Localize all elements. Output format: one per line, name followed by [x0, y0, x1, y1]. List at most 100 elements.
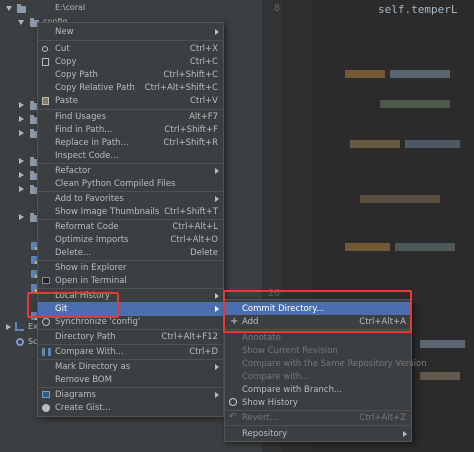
- submenu-arrow-icon: [215, 392, 219, 398]
- line-number: 26: [267, 288, 280, 299]
- menu-item-optimize-imports[interactable]: Optimize Imports Ctrl+Alt+O: [38, 233, 223, 247]
- menu-label: Remove BOM: [55, 375, 112, 385]
- menu-label: Clean Python Compiled Files: [55, 179, 176, 189]
- menu-label: Create Gist...: [55, 403, 111, 413]
- menu-shortcut: Ctrl+Alt+L: [172, 222, 218, 232]
- menu-item-remove-bom[interactable]: Remove BOM: [38, 373, 223, 387]
- expand-arrow-icon[interactable]: [18, 20, 24, 25]
- menu-label: Copy: [55, 57, 77, 67]
- submenu-arrow-icon: [215, 293, 219, 299]
- menu-item-diagrams[interactable]: Diagrams: [38, 388, 223, 402]
- menu-item-paste[interactable]: Paste Ctrl+V: [38, 94, 223, 108]
- collapse-arrow-icon[interactable]: [19, 102, 24, 108]
- paste-icon: [42, 97, 49, 105]
- submenu-item-revert[interactable]: ↶ Revert... Ctrl+Alt+Z: [225, 411, 411, 424]
- submenu-item-annotate[interactable]: Annotate: [225, 331, 411, 344]
- menu-label: Show Image Thumbnails: [55, 207, 160, 217]
- blurred-code: [345, 243, 390, 251]
- menu-shortcut: Ctrl+Alt+F12: [161, 332, 218, 342]
- menu-item-show-thumbnails[interactable]: Show Image Thumbnails Ctrl+Shift+T: [38, 205, 223, 219]
- collapse-arrow-icon[interactable]: [19, 116, 24, 122]
- collapse-arrow-icon[interactable]: [19, 186, 24, 192]
- menu-item-open-in-terminal[interactable]: Open in Terminal: [38, 274, 223, 288]
- menu-shortcut: Ctrl+Alt+A: [359, 317, 406, 327]
- menu-item-find-usages[interactable]: Find Usages Alt+F7: [38, 110, 223, 124]
- menu-item-new[interactable]: New: [38, 25, 223, 39]
- submenu-item-compare-with[interactable]: Compare with...: [225, 370, 411, 383]
- menu-item-show-in-explorer[interactable]: Show in Explorer: [38, 261, 223, 275]
- menu-label: Directory Path: [55, 332, 116, 342]
- menu-item-refactor[interactable]: Refactor: [38, 164, 223, 178]
- menu-shortcut: Ctrl+Alt+O: [170, 235, 218, 245]
- menu-item-reformat-code[interactable]: Reformat Code Ctrl+Alt+L: [38, 220, 223, 234]
- menu-label: Diagrams: [55, 390, 96, 400]
- menu-item-synchronize[interactable]: Synchronize 'config': [38, 315, 223, 329]
- menu-item-cut[interactable]: Cut Ctrl+X: [38, 42, 223, 56]
- menu-item-git[interactable]: Git: [38, 302, 223, 316]
- submenu-item-compare-with-branch[interactable]: Compare with Branch...: [225, 383, 411, 396]
- menu-shortcut: Ctrl+Alt+Shift+C: [144, 83, 218, 93]
- menu-label: Mark Directory as: [55, 362, 131, 372]
- menu-label: Synchronize 'config': [55, 317, 141, 327]
- copy-icon: [42, 58, 49, 66]
- blurred-code: [395, 243, 455, 251]
- menu-item-delete[interactable]: Delete... Delete: [38, 246, 223, 260]
- line-number: 8: [273, 3, 280, 14]
- library-icon: [15, 322, 24, 331]
- menu-shortcut: Ctrl+Alt+Z: [359, 413, 406, 423]
- blurred-code: [380, 100, 450, 108]
- submenu-item-add[interactable]: + Add Ctrl+Alt+A: [225, 315, 411, 328]
- menu-item-local-history[interactable]: Local History: [38, 289, 223, 303]
- collapse-arrow-icon[interactable]: [6, 324, 11, 330]
- menu-label: Inspect Code...: [55, 151, 119, 161]
- sync-icon: [42, 318, 50, 326]
- submenu-arrow-icon: [215, 196, 219, 202]
- menu-item-find-in-path[interactable]: Find in Path... Ctrl+Shift+F: [38, 123, 223, 137]
- menu-shortcut: Ctrl+D: [189, 347, 218, 357]
- menu-shortcut: Alt+F7: [189, 112, 218, 122]
- collapse-arrow-icon[interactable]: [19, 214, 24, 220]
- submenu-arrow-icon: [215, 29, 219, 35]
- menu-item-copy[interactable]: Copy Ctrl+C: [38, 55, 223, 69]
- menu-item-compare-with[interactable]: Compare With... Ctrl+D: [38, 345, 223, 359]
- collapse-arrow-icon[interactable]: [19, 130, 24, 136]
- collapse-arrow-icon[interactable]: [19, 158, 24, 164]
- menu-shortcut: Ctrl+C: [189, 57, 218, 67]
- menu-item-copy-path[interactable]: Copy Path Ctrl+Shift+C: [38, 68, 223, 82]
- tree-row-root[interactable]: E:\coral: [0, 2, 262, 14]
- submenu-item-show-history[interactable]: Show History: [225, 396, 411, 409]
- submenu-item-repository[interactable]: Repository: [225, 427, 411, 440]
- menu-item-create-gist[interactable]: Create Gist...: [38, 401, 223, 415]
- revert-icon: ↶: [229, 412, 237, 422]
- folder-icon: [17, 4, 26, 13]
- terminal-icon: [42, 277, 50, 284]
- menu-item-copy-relative-path[interactable]: Copy Relative Path Ctrl+Alt+Shift+C: [38, 81, 223, 95]
- submenu-arrow-icon: [215, 168, 219, 174]
- menu-item-add-to-favorites[interactable]: Add to Favorites: [38, 192, 223, 206]
- menu-item-clean-python[interactable]: Clean Python Compiled Files: [38, 177, 223, 191]
- context-menu: New Cut Ctrl+X Copy Ctrl+C Copy Path Ctrl+S…: [37, 22, 224, 417]
- submenu-item-show-current-revision[interactable]: Show Current Revision: [225, 344, 411, 357]
- submenu-item-compare-same-version[interactable]: Compare with the Same Repository Version: [225, 357, 427, 370]
- menu-label: Compare with...: [242, 372, 310, 382]
- menu-label: Revert...: [242, 413, 278, 423]
- menu-separator: [38, 40, 223, 41]
- menu-label: Compare with the Same Repository Version: [242, 359, 427, 369]
- expand-arrow-icon[interactable]: [6, 6, 12, 11]
- plus-icon: +: [230, 316, 239, 327]
- collapse-arrow-icon[interactable]: [19, 172, 24, 178]
- menu-label: Annotate: [242, 333, 281, 343]
- submenu-arrow-icon: [215, 306, 219, 312]
- menu-label: Git: [55, 304, 68, 314]
- menu-item-directory-path[interactable]: Directory Path Ctrl+Alt+F12: [38, 330, 223, 344]
- code-line: self.temperL: [378, 3, 458, 16]
- submenu-item-commit-directory[interactable]: Commit Directory...: [225, 302, 411, 315]
- menu-item-replace-in-path[interactable]: Replace in Path... Ctrl+Shift+R: [38, 136, 223, 150]
- menu-item-mark-directory[interactable]: Mark Directory as: [38, 360, 223, 374]
- menu-label: Compare with Branch...: [242, 385, 343, 395]
- menu-item-inspect-code[interactable]: Inspect Code...: [38, 149, 223, 163]
- menu-shortcut: Ctrl+Shift+F: [164, 125, 218, 135]
- submenu-arrow-icon: [403, 431, 407, 437]
- menu-separator: [225, 425, 411, 426]
- compare-icon: [42, 348, 51, 356]
